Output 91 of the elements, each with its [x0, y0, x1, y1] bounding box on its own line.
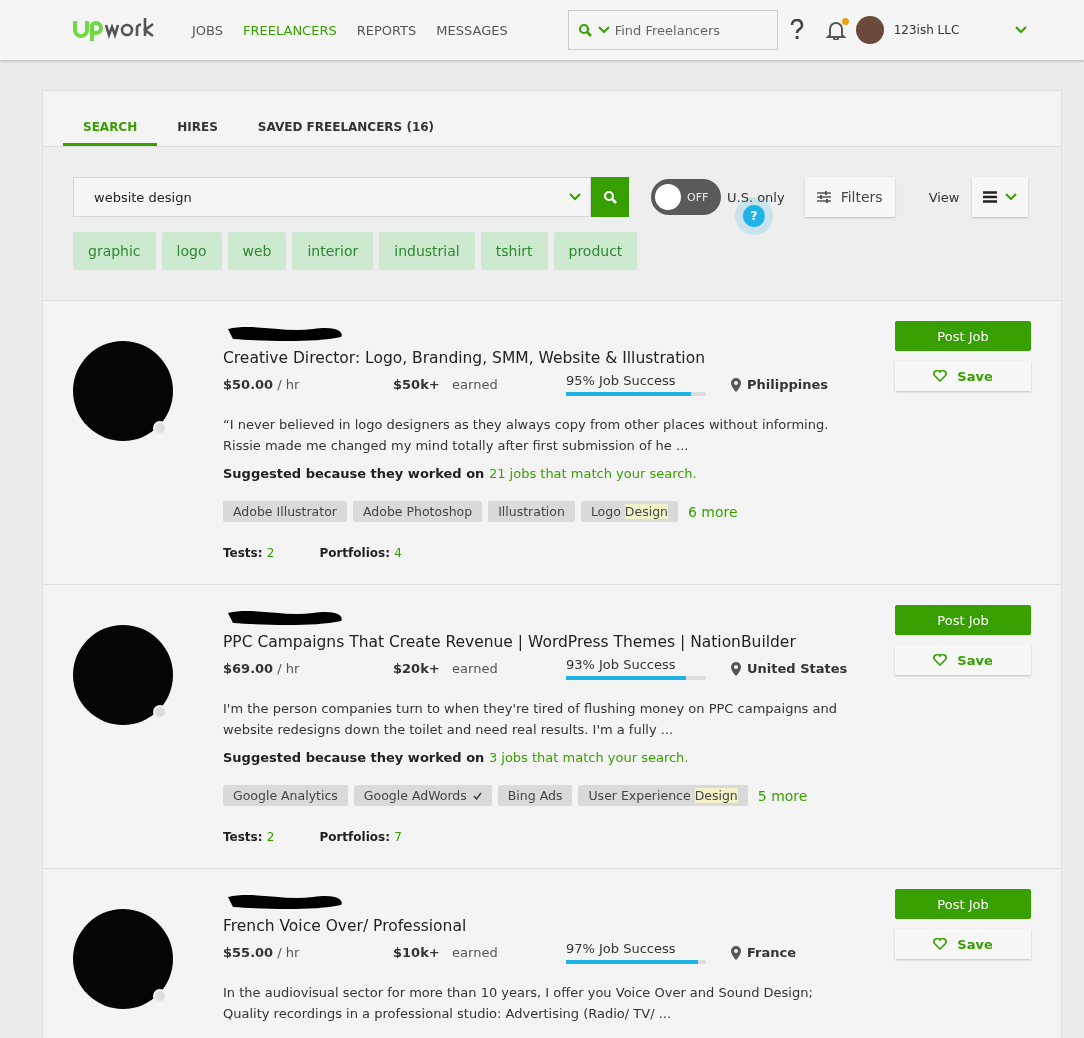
help-icon[interactable]	[789, 19, 804, 41]
search-icon	[603, 190, 617, 204]
notification-bell-icon[interactable]	[825, 20, 846, 40]
post-job-button[interactable]: Post Job	[895, 889, 1031, 919]
description: “I never believed in logo designers as they always copy from other places without informing. Rissie made me changed my mind totally after first submission of he ...	[223, 416, 830, 455]
skill-tag[interactable]: Google AdWords	[353, 785, 492, 806]
hourly-rate: $69.00	[223, 661, 274, 676]
us-only-toggle[interactable]: OFF	[651, 179, 721, 215]
hourly-rate: $50.00	[223, 377, 274, 392]
avatar	[855, 16, 884, 44]
chevron-down-icon	[1004, 193, 1017, 201]
nav-link[interactable]: FREELANCERS	[243, 22, 337, 38]
hourly-rate: $55.00	[223, 945, 274, 960]
chevron-down-icon	[1015, 26, 1028, 34]
suggestion-chip[interactable]: product	[553, 232, 638, 270]
suggestion-chip[interactable]: industrial	[379, 232, 475, 270]
location: United States	[747, 661, 848, 676]
job-success-label: 93% Job Success	[566, 657, 676, 672]
tests-count: Tests: 2	[223, 546, 275, 560]
matching-jobs-link[interactable]: 3 jobs that match your search.	[488, 750, 689, 765]
more-skills-link[interactable]: 6 more	[688, 503, 738, 520]
skill-tag[interactable]: Google Analytics	[223, 785, 348, 806]
tab[interactable]: SAVED FREELANCERS (16)	[237, 120, 455, 146]
view-label: View	[928, 189, 960, 205]
location-pin-icon	[731, 945, 741, 960]
freelancer-search-field[interactable]: Find Freelancers	[567, 10, 778, 50]
suggestion-text: Suggested because they worked on 21 jobs that match your search.	[223, 466, 698, 481]
post-job-button[interactable]: Post Job	[895, 321, 1031, 351]
location: Philippines	[747, 377, 829, 392]
job-success-label: 95% Job Success	[566, 373, 676, 388]
earned-label: earned	[452, 377, 498, 392]
freelancer-title: Creative Director: Logo, Branding, SMM, Website & Illustration	[223, 349, 706, 367]
us-only-label: U.S. only	[727, 189, 785, 205]
freelancer-title: French Voice Over/ Professional	[223, 917, 468, 935]
save-button[interactable]: Save	[895, 645, 1031, 675]
location-pin-icon	[731, 661, 741, 676]
status-dot	[153, 989, 167, 1003]
nav-link[interactable]: REPORTS	[356, 22, 417, 38]
help-badge[interactable]: ?	[743, 205, 765, 227]
account-menu[interactable]: 123ish LLC	[855, 16, 1028, 44]
nav-link[interactable]: JOBS	[192, 22, 223, 38]
save-button[interactable]: Save	[895, 361, 1031, 391]
search-field[interactable]: website design	[73, 177, 591, 217]
heart-icon	[933, 370, 948, 382]
search-icon	[577, 23, 592, 37]
skill-tag[interactable]: User Experience Design	[578, 785, 748, 806]
description: In the audiovisual sector for more than 10 years, I offer you Voice Over and Sound Design; Quality recordings in a professional studio: Advertising (Radio/ TV/ ...	[223, 984, 814, 1023]
location-pin-icon	[731, 377, 741, 392]
post-job-button[interactable]: Post Job	[895, 605, 1031, 635]
status-dot	[153, 705, 167, 719]
search-button[interactable]	[591, 177, 629, 217]
rate-unit: / hr	[277, 945, 300, 960]
location: France	[747, 945, 796, 960]
skill-tag[interactable]: Adobe Illustrator	[223, 501, 347, 522]
portfolios-count: Portfolios: 7	[319, 830, 402, 844]
save-button[interactable]: Save	[895, 929, 1031, 959]
chevron-down-icon	[569, 193, 581, 201]
tab[interactable]: HIRES	[157, 120, 238, 146]
suggestion-chip[interactable]: tshirt	[480, 232, 548, 270]
suggestion-chip[interactable]: graphic	[73, 232, 156, 270]
job-success-label: 97% Job Success	[566, 941, 676, 956]
matching-jobs-link[interactable]: 21 jobs that match your search.	[488, 466, 697, 481]
heart-icon	[933, 654, 948, 666]
status-dot	[153, 421, 167, 435]
earned-amount: $10k+	[393, 945, 440, 960]
suggestion-chip[interactable]: logo	[161, 232, 222, 270]
freelancer-title: PPC Campaigns That Create Revenue | WordPress Themes | NationBuilder	[223, 633, 797, 651]
suggestion-text: Suggested because they worked on 3 jobs that match your search.	[223, 750, 690, 765]
sliders-icon	[816, 191, 831, 203]
heart-icon	[933, 938, 948, 950]
earned-label: earned	[452, 661, 498, 676]
suggestion-chip[interactable]: web	[227, 232, 287, 270]
tests-count: Tests: 2	[223, 830, 275, 844]
skill-tag[interactable]: Adobe Photoshop	[352, 501, 483, 522]
rate-unit: / hr	[277, 661, 300, 676]
suggestion-chip[interactable]: interior	[292, 232, 374, 270]
skill-tag[interactable]: Illustration	[488, 501, 575, 522]
list-icon	[982, 191, 997, 203]
earned-label: earned	[452, 945, 498, 960]
chevron-down-icon	[597, 26, 610, 34]
skill-tag[interactable]: Logo Design	[580, 501, 678, 522]
view-toggle-button[interactable]	[971, 177, 1028, 217]
more-skills-link[interactable]: 5 more	[757, 787, 808, 804]
earned-amount: $20k+	[393, 661, 440, 676]
skill-tag[interactable]: Bing Ads	[497, 785, 573, 806]
description: I'm the person companies turn to when they're tired of flushing money on PPC campaigns and website redesigns down the toilet and need real results. I'm a fully ...	[223, 700, 838, 739]
portfolios-count: Portfolios: 4	[319, 546, 402, 560]
nav-link[interactable]: MESSAGES	[436, 22, 508, 38]
earned-amount: $50k+	[393, 377, 440, 392]
filters-button[interactable]: Filters	[804, 177, 895, 217]
rate-unit: / hr	[277, 377, 300, 392]
